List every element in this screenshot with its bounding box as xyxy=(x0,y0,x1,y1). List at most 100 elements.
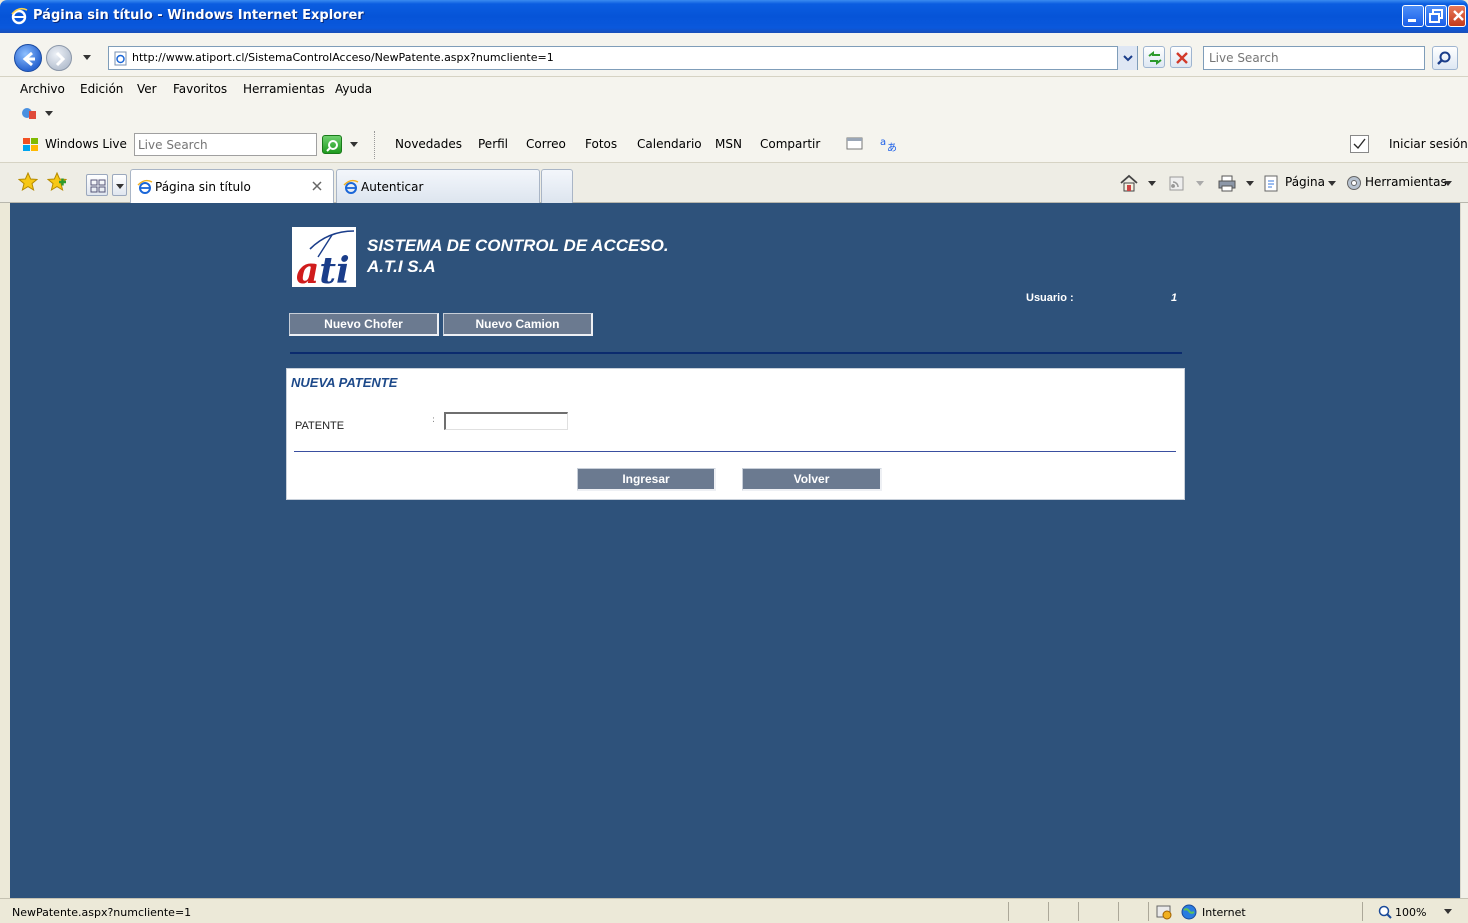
windows-live-label[interactable]: Windows Live xyxy=(45,137,127,151)
back-button[interactable] xyxy=(14,44,42,72)
live-search-field[interactable] xyxy=(134,133,317,156)
home-icon[interactable] xyxy=(1118,173,1140,193)
tab-list-button[interactable] xyxy=(112,174,127,196)
svg-text:あ: あ xyxy=(887,142,897,154)
forward-arrow-icon xyxy=(55,51,66,67)
live-correo[interactable]: Correo xyxy=(526,137,566,151)
address-bar[interactable]: http://www.atiport.cl/SistemaControlAcce… xyxy=(108,46,1138,70)
logo-text: ati xyxy=(296,253,350,289)
check-icon xyxy=(1353,138,1366,150)
live-msn[interactable]: MSN xyxy=(715,137,742,151)
page-menu-label[interactable]: Página xyxy=(1285,175,1325,189)
signin-link[interactable]: Iniciar sesión xyxy=(1389,137,1468,151)
history-dropdown-icon[interactable] xyxy=(82,52,92,62)
zoom-dropdown-icon[interactable] xyxy=(1444,909,1452,915)
favorites-star-icon[interactable] xyxy=(18,172,38,192)
menu-ayuda[interactable]: Ayuda xyxy=(335,82,372,96)
close-icon xyxy=(1453,10,1464,21)
status-separator xyxy=(1362,902,1363,921)
address-dropdown-button[interactable] xyxy=(1117,46,1137,70)
toolbar-separator xyxy=(374,131,376,159)
zoom-level[interactable]: 100% xyxy=(1395,906,1426,919)
new-tab-button[interactable] xyxy=(541,169,573,203)
live-fotos[interactable]: Fotos xyxy=(585,137,617,151)
page-icon xyxy=(114,51,127,66)
logo-letter-a: a xyxy=(296,250,320,292)
tab-pagina-sin-titulo[interactable]: Página sin título xyxy=(130,169,334,203)
user-label: Usuario : xyxy=(1026,292,1074,304)
protected-mode-icon[interactable] xyxy=(1156,904,1172,920)
status-separator xyxy=(1148,902,1149,921)
print-icon[interactable] xyxy=(1216,173,1238,193)
minimize-button[interactable] xyxy=(1402,5,1424,27)
translate-icon[interactable]: aあ xyxy=(879,134,899,154)
nuevo-camion-button[interactable]: Nuevo Camion xyxy=(443,313,593,336)
tab-label: Página sin título xyxy=(155,180,251,194)
restore-button[interactable] xyxy=(1425,5,1447,27)
gear-icon[interactable] xyxy=(1344,173,1364,193)
menu-edicion[interactable]: Edición xyxy=(80,82,123,96)
live-novedades[interactable]: Novedades xyxy=(395,137,462,151)
feeds-icon[interactable] xyxy=(1168,173,1186,193)
patente-field[interactable] xyxy=(444,412,568,430)
ie-logo-icon xyxy=(11,7,28,25)
vertical-scrollbar[interactable] xyxy=(1460,203,1468,898)
live-search-input[interactable] xyxy=(138,135,313,154)
extension-dropdown-icon[interactable] xyxy=(45,111,53,117)
quick-tabs-icon xyxy=(90,179,106,193)
search-icon xyxy=(326,140,338,152)
status-bar: NewPatente.aspx?numcliente=1 Internet 10… xyxy=(0,898,1468,923)
chevron-down-icon xyxy=(116,184,124,189)
refresh-button[interactable] xyxy=(1143,46,1165,68)
page-dropdown-icon[interactable] xyxy=(1328,181,1336,187)
logo-letters-ti: ti xyxy=(319,250,350,292)
windows-live-logo-icon xyxy=(23,138,38,151)
window-title: Página sin título - Windows Internet Exp… xyxy=(33,8,364,23)
ie-page-icon xyxy=(343,179,359,194)
menu-favoritos[interactable]: Favoritos xyxy=(173,82,227,96)
feeds-dropdown-icon[interactable] xyxy=(1196,181,1204,187)
address-search-input[interactable] xyxy=(1209,48,1419,68)
home-dropdown-icon[interactable] xyxy=(1148,181,1156,187)
menu-herramientas[interactable]: Herramientas xyxy=(243,82,325,96)
live-search-go-button[interactable] xyxy=(322,135,342,154)
nuevo-chofer-button[interactable]: Nuevo Chofer xyxy=(289,313,439,336)
title-bar: Página sin título - Windows Internet Exp… xyxy=(0,0,1468,33)
forward-button[interactable] xyxy=(46,45,72,71)
add-favorites-icon[interactable] xyxy=(47,172,67,192)
stop-button[interactable] xyxy=(1170,46,1192,68)
restore-icon xyxy=(1429,9,1443,23)
tab-autenticar[interactable]: Autenticar xyxy=(336,169,540,203)
back-arrow-icon xyxy=(22,51,35,67)
menu-archivo[interactable]: Archivo xyxy=(20,82,65,96)
header-divider xyxy=(290,352,1182,354)
live-search-dropdown-icon[interactable] xyxy=(350,142,358,148)
live-window-icon[interactable] xyxy=(846,136,864,152)
panel-divider xyxy=(294,451,1176,452)
chevron-down-icon xyxy=(1123,55,1133,62)
patente-input[interactable] xyxy=(446,415,564,429)
close-window-button[interactable] xyxy=(1448,5,1466,27)
live-perfil[interactable]: Perfil xyxy=(478,137,508,151)
search-button[interactable] xyxy=(1432,46,1458,70)
volver-button[interactable]: Volver xyxy=(742,468,882,491)
live-calendario[interactable]: Calendario xyxy=(637,137,702,151)
url-text[interactable]: http://www.atiport.cl/SistemaControlAcce… xyxy=(132,51,554,64)
toolbar-extension-icon[interactable] xyxy=(20,105,38,121)
print-dropdown-icon[interactable] xyxy=(1246,181,1254,187)
status-separator xyxy=(1118,902,1119,921)
ingresar-button[interactable]: Ingresar xyxy=(577,468,716,491)
zoom-icon xyxy=(1378,905,1392,919)
signin-checkbox-icon[interactable] xyxy=(1350,135,1369,153)
tab-close-icon[interactable] xyxy=(311,180,323,192)
tools-dropdown-icon[interactable] xyxy=(1444,181,1452,187)
live-compartir[interactable]: Compartir xyxy=(760,137,820,151)
ie-page-icon xyxy=(137,179,153,194)
status-separator xyxy=(1048,902,1049,921)
tools-menu-label[interactable]: Herramientas xyxy=(1365,175,1447,189)
live-search-box[interactable] xyxy=(1203,46,1425,70)
quick-tabs-button[interactable] xyxy=(86,174,108,196)
page-menu-icon[interactable] xyxy=(1262,173,1280,193)
menu-ver[interactable]: Ver xyxy=(137,82,157,96)
company-name: A.T.I S.A xyxy=(367,257,436,276)
